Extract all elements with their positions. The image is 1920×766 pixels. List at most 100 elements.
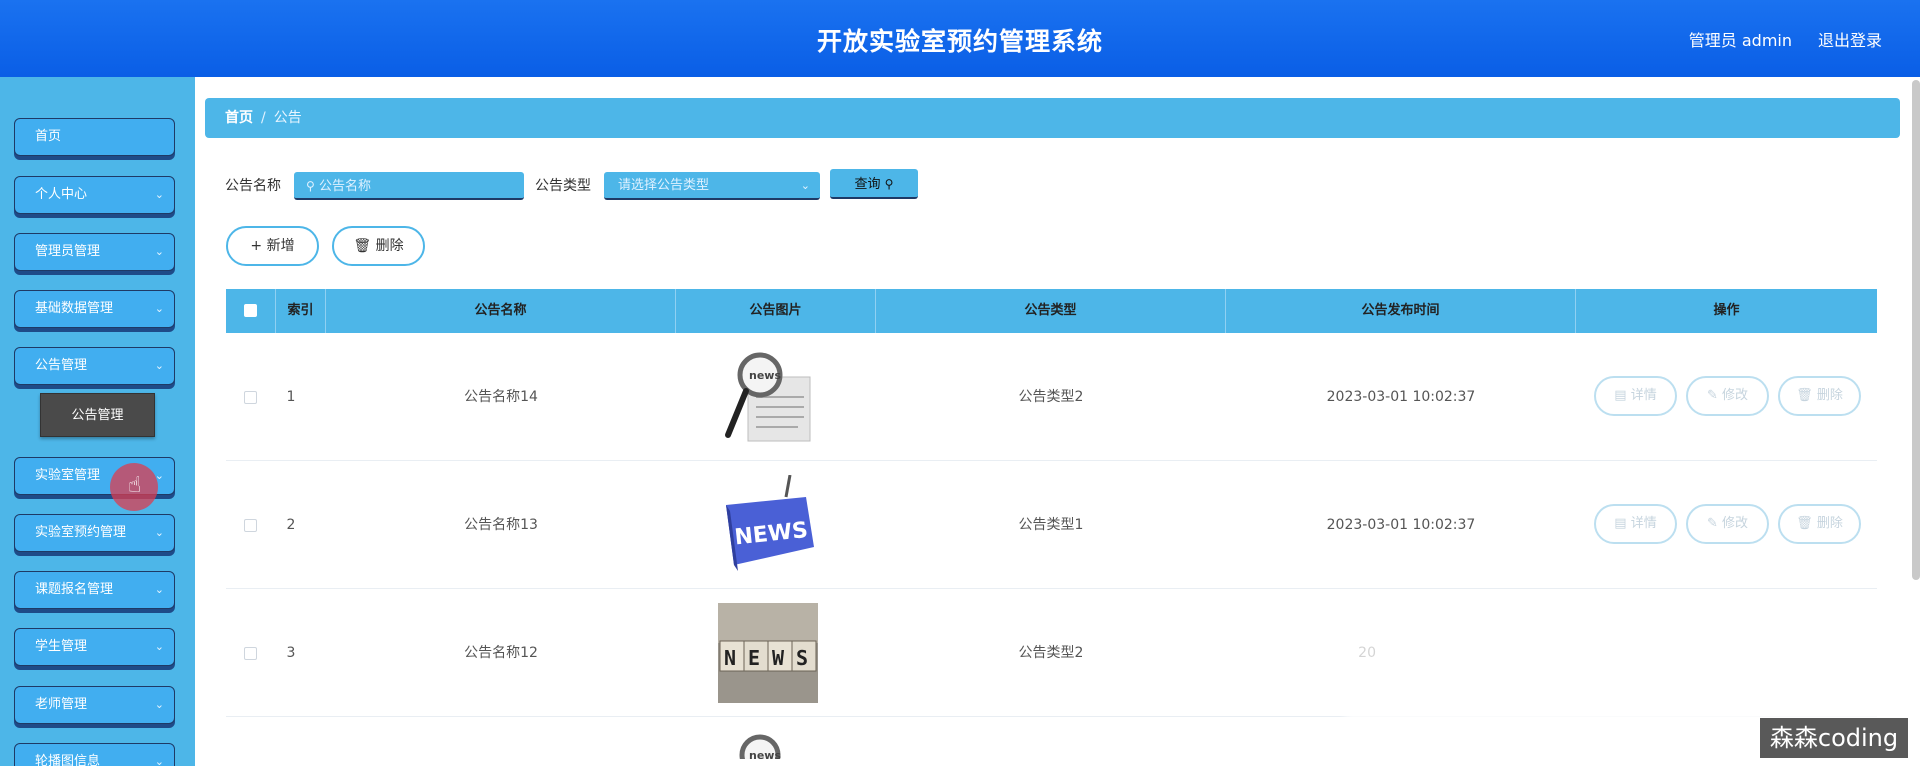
col-actions: 操作 <box>1713 303 1740 318</box>
row-image-cell: news <box>676 333 876 461</box>
trash-icon: 🗑 <box>1796 516 1813 531</box>
chevron-down-icon: ⌄ <box>154 526 164 539</box>
svg-text:E: E <box>748 646 760 670</box>
page-scrollbar[interactable] <box>1912 80 1920 580</box>
batch-delete-label: 删除 <box>375 238 404 254</box>
click-indicator: ☝ <box>110 463 158 511</box>
pencil-icon: ✎ <box>1706 516 1718 531</box>
detail-label: 详情 <box>1630 516 1657 531</box>
sidebar-item-label: 管理员管理 <box>35 244 101 259</box>
notice-image: NEWS <box>718 475 818 575</box>
query-button-label: 查询 <box>854 177 881 192</box>
breadcrumb-separator: / <box>261 110 266 126</box>
col-image: 公告图片 <box>676 289 876 333</box>
edit-label: 修改 <box>1722 516 1749 531</box>
sidebar-item-label: 学生管理 <box>35 639 88 654</box>
row-type: 公告类型1 <box>1018 517 1084 533</box>
detail-button[interactable]: ▤ 详情 <box>1594 504 1677 544</box>
chevron-down-icon: ⌄ <box>154 188 164 201</box>
detail-button[interactable]: ▤ 详情 <box>1594 376 1677 416</box>
notice-image: news <box>718 347 818 447</box>
sidebar-item-profile[interactable]: 个人中心 ⌄ <box>14 176 175 214</box>
row-type: 公告类型2 <box>1018 645 1084 661</box>
sidebar-item-basedata[interactable]: 基础数据管理 ⌄ <box>14 290 175 328</box>
detail-label: 详情 <box>1630 388 1657 403</box>
filter-name-label: 公告名称 <box>225 178 281 194</box>
edit-button[interactable]: ✎ 修改 <box>1686 504 1769 544</box>
col-time: 公告发布时间 <box>1226 289 1576 333</box>
plus-icon: + <box>250 238 263 254</box>
row-name: 公告名称14 <box>464 389 538 405</box>
sidebar-item-label: 公告管理 <box>35 358 88 373</box>
chevron-down-icon: ⌄ <box>154 640 164 653</box>
row-name: 公告名称13 <box>464 517 538 533</box>
page-title: 开放实验室预约管理系统 <box>816 27 1103 56</box>
edit-label: 修改 <box>1722 388 1749 403</box>
svg-text:news: news <box>749 369 781 382</box>
notice-image: N E W S <box>718 603 818 703</box>
notice-type-select[interactable]: 请选择公告类型 ⌄ <box>604 172 820 200</box>
row-checkbox[interactable] <box>244 647 257 660</box>
search-icon: ⚲ <box>884 177 894 191</box>
sidebar-item-carousel[interactable]: 轮播图信息 ⌄ <box>14 743 175 766</box>
row-index: 2 <box>286 517 296 533</box>
search-icon: ⚲ <box>306 179 315 193</box>
add-button-label: 新增 <box>266 238 295 254</box>
notice-name-placeholder: 公告名称 <box>318 179 371 194</box>
sidebar-item-home[interactable]: 首页 <box>14 118 175 156</box>
sidebar-item-topic[interactable]: 课题报名管理 ⌄ <box>14 571 175 609</box>
svg-text:N: N <box>724 646 736 670</box>
row-name: 公告名称12 <box>464 645 538 661</box>
select-all-checkbox[interactable] <box>244 304 257 317</box>
col-name: 公告名称 <box>326 289 676 333</box>
row-time: 2023-03-01 10:02:37 <box>1326 517 1476 533</box>
notice-name-input[interactable]: ⚲ 公告名称 <box>294 172 524 200</box>
svg-text:S: S <box>796 646 808 670</box>
query-button[interactable]: 查询 ⚲ <box>830 169 918 199</box>
sidebar-item-teacher[interactable]: 老师管理 ⌄ <box>14 686 175 724</box>
row-checkbox[interactable] <box>244 391 257 404</box>
current-user: 管理员 admin <box>1688 31 1792 50</box>
chevron-down-icon: ⌄ <box>154 302 164 315</box>
breadcrumb-home[interactable]: 首页 <box>225 110 253 126</box>
pencil-icon: ✎ <box>1706 388 1718 403</box>
sidebar-item-label: 轮播图信息 <box>35 754 101 766</box>
row-type: 公告类型2 <box>1018 389 1084 405</box>
row-image-cell: NEWS <box>676 461 876 589</box>
chevron-down-icon: ⌄ <box>154 245 164 258</box>
row-delete-button[interactable]: 🗑 删除 <box>1778 376 1861 416</box>
edit-button[interactable]: ✎ 修改 <box>1686 376 1769 416</box>
sidebar-item-student[interactable]: 学生管理 ⌄ <box>14 628 175 666</box>
row-index: 3 <box>286 645 296 661</box>
trash-icon: 🗑 <box>1796 388 1813 403</box>
sidebar-item-admin[interactable]: 管理员管理 ⌄ <box>14 233 175 271</box>
sidebar-item-label: 首页 <box>35 129 62 144</box>
trash-icon: 🗑 <box>353 238 372 254</box>
document-icon: ▤ <box>1614 388 1627 403</box>
header-select-all[interactable] <box>226 289 276 333</box>
sidebar: 首页 个人中心 ⌄ 管理员管理 ⌄ 基础数据管理 ⌄ 公告管理 ⌄ 公告管理 实验室管理… <box>0 77 195 766</box>
batch-delete-button[interactable]: 🗑 删除 <box>332 226 425 266</box>
sidebar-item-label: 课题报名管理 <box>35 582 114 597</box>
svg-text:news: news <box>749 749 781 759</box>
row-delete-button[interactable]: 🗑 删除 <box>1778 504 1861 544</box>
row-checkbox[interactable] <box>244 519 257 532</box>
breadcrumb-current: 公告 <box>273 110 302 126</box>
logout-link[interactable]: 退出登录 <box>1818 27 1882 51</box>
sidebar-item-label: 个人中心 <box>35 187 88 202</box>
submenu-notice-manage[interactable]: 公告管理 <box>40 393 155 437</box>
hand-pointer-icon: ☝ <box>128 473 142 498</box>
breadcrumb: 首页 / 公告 <box>205 98 1900 138</box>
row-index: 1 <box>286 389 296 405</box>
svg-text:W: W <box>772 646 785 670</box>
delete-label: 删除 <box>1816 516 1843 531</box>
sidebar-item-label: 老师管理 <box>35 697 88 712</box>
notice-image: news <box>718 729 818 759</box>
sidebar-item-lab-booking[interactable]: 实验室预约管理 ⌄ <box>14 514 175 552</box>
chevron-down-icon: ⌄ <box>154 359 164 372</box>
sidebar-item-notice[interactable]: 公告管理 ⌄ <box>14 347 175 385</box>
chevron-down-icon: ⌄ <box>154 698 164 711</box>
table-row: 2 公告名称13 NEWS 公告类型1 2023-03-01 10:02:37 … <box>226 461 1877 589</box>
add-button[interactable]: + 新增 <box>226 226 319 266</box>
watermark: 森森coding <box>1760 718 1908 758</box>
